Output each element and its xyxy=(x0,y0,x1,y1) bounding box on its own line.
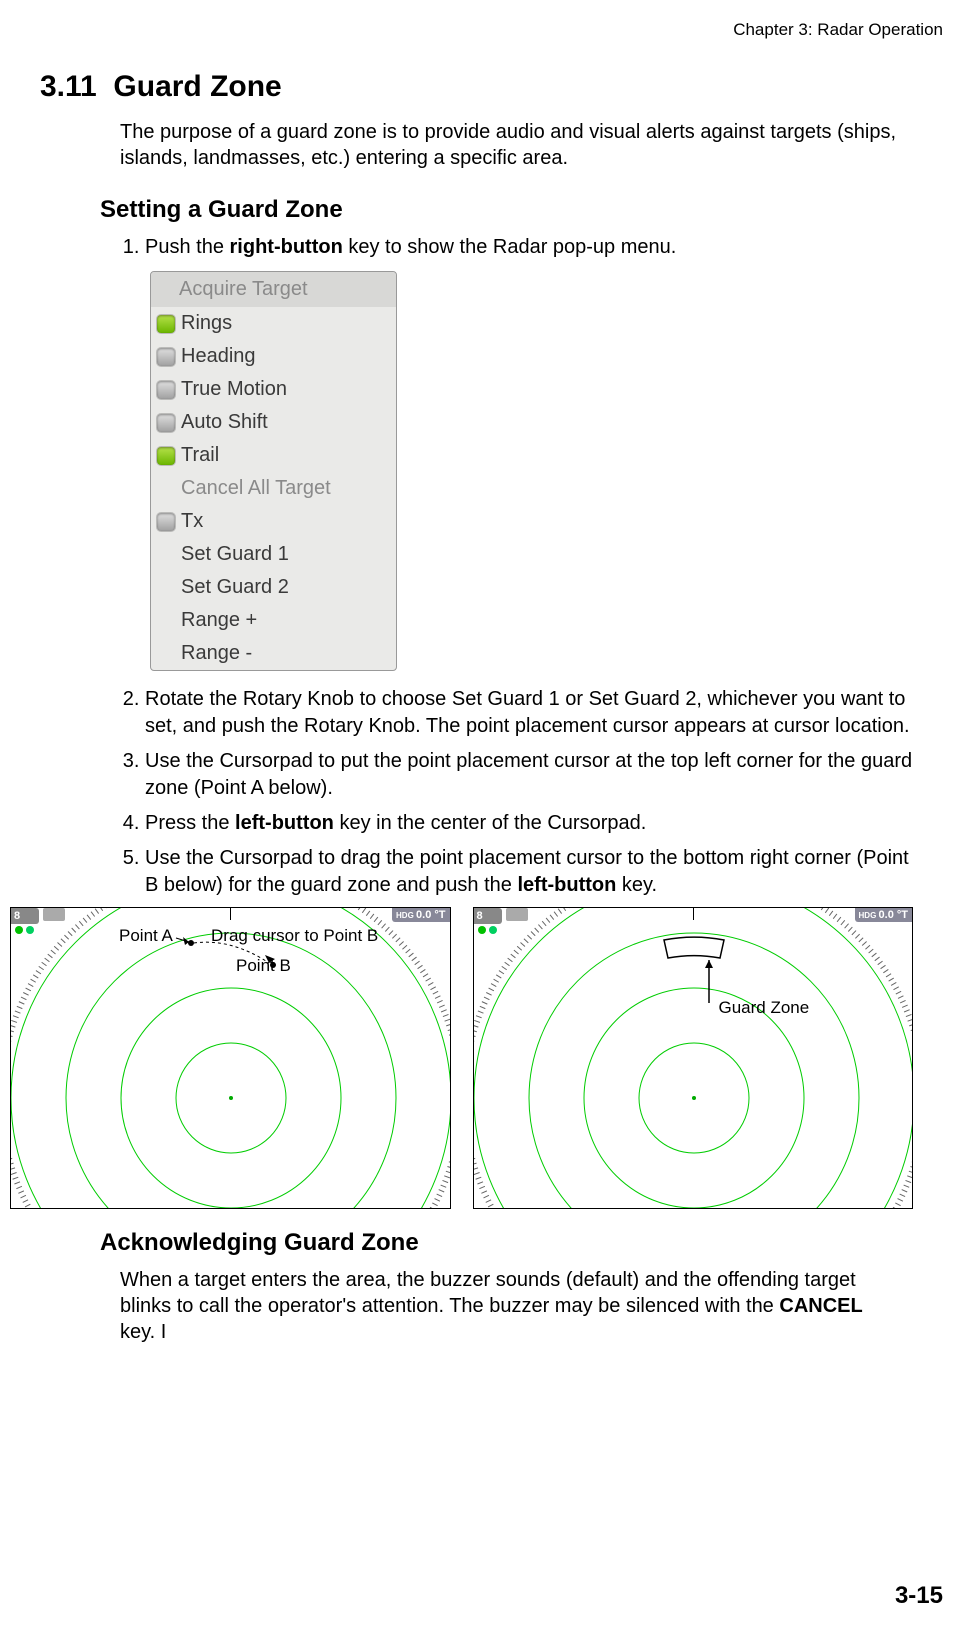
toggle-on-icon xyxy=(157,447,175,465)
section-heading: 3.11 Guard Zone xyxy=(40,70,913,104)
bold-cancel: CANCEL xyxy=(779,1295,862,1317)
step-2: Rotate the Rotary Knob to choose Set Gua… xyxy=(145,686,913,740)
step-4: Press the left-button key in the center … xyxy=(145,810,913,837)
toggle-off-icon xyxy=(157,513,175,531)
label-point-b: Point B xyxy=(236,956,291,976)
popup-item-acquire-target: Acquire Target xyxy=(151,272,396,307)
popup-item-cancel-all-target: Cancel All Target xyxy=(151,472,396,505)
radar-rings-icon xyxy=(474,908,914,1208)
popup-item-true-motion: True Motion xyxy=(151,373,396,406)
radar-diagram-right: 8 HDG 0.0 °T xyxy=(473,907,914,1209)
ack-paragraph: When a target enters the area, the buzze… xyxy=(120,1267,900,1345)
popup-item-set-guard-1: Set Guard 1 xyxy=(151,538,396,571)
section-number: 3.11 xyxy=(40,70,97,103)
popup-item-range-minus: Range - xyxy=(151,637,396,670)
step-1: Push the right-button key to show the Ra… xyxy=(145,234,913,671)
radar-rings-icon xyxy=(11,908,451,1208)
popup-item-trail: Trail xyxy=(151,439,396,472)
popup-item-range-plus: Range + xyxy=(151,604,396,637)
label-drag-cursor: Drag cursor to Point B xyxy=(211,926,378,946)
radar-diagram-left: 8 HDG 0.0 °T xyxy=(10,907,451,1209)
intro-paragraph: The purpose of a guard zone is to provid… xyxy=(120,119,900,171)
step-5: Use the Cursorpad to drag the point plac… xyxy=(145,845,913,899)
label-point-a: Point A xyxy=(119,926,173,946)
page-number: 3-15 xyxy=(895,1582,943,1610)
popup-item-rings: Rings xyxy=(151,307,396,340)
running-header: Chapter 3: Radar Operation xyxy=(40,20,943,40)
popup-item-tx: Tx xyxy=(151,505,396,538)
subheading-acknowledging: Acknowledging Guard Zone xyxy=(100,1229,913,1257)
toggle-on-icon xyxy=(157,315,175,333)
toggle-off-icon xyxy=(157,414,175,432)
step-3: Use the Cursorpad to put the point place… xyxy=(145,748,913,802)
steps-list: Push the right-button key to show the Ra… xyxy=(120,234,913,899)
bold-left-button-2: left-button xyxy=(517,874,616,896)
section-title: Guard Zone xyxy=(113,70,281,103)
page: Chapter 3: Radar Operation 3.11 Guard Zo… xyxy=(0,0,973,1640)
bold-right-button: right-button xyxy=(230,236,343,258)
popup-item-set-guard-2: Set Guard 2 xyxy=(151,571,396,604)
popup-item-heading: Heading xyxy=(151,340,396,373)
popup-item-auto-shift: Auto Shift xyxy=(151,406,396,439)
toggle-off-icon xyxy=(157,381,175,399)
bold-left-button: left-button xyxy=(235,812,334,834)
subheading-setting: Setting a Guard Zone xyxy=(100,196,913,224)
radar-popup-menu: Acquire Target Rings Heading True Motion… xyxy=(150,271,397,671)
toggle-off-icon xyxy=(157,348,175,366)
radar-diagram-row: 8 HDG 0.0 °T xyxy=(10,907,913,1209)
label-guard-zone: Guard Zone xyxy=(719,998,810,1018)
